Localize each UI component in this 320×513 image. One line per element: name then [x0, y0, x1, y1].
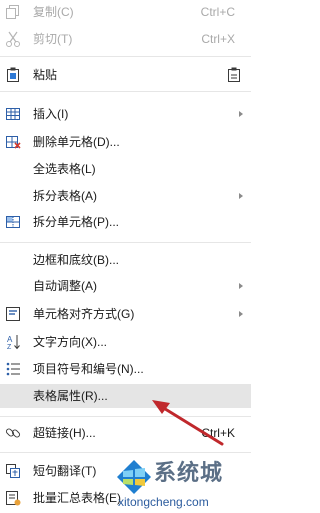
menu-item-cut[interactable]: 剪切(T) Ctrl+X — [0, 27, 251, 51]
menu-separator — [0, 56, 251, 57]
menu-item-copy[interactable]: 复制(C) Ctrl+C — [0, 0, 251, 24]
batch-summary-label: 批量汇总表格(E) — [33, 491, 121, 505]
split-table-label: 拆分表格(A) — [33, 189, 97, 203]
scissors-icon — [4, 30, 22, 48]
menu-item-paste[interactable]: 粘贴 — [0, 63, 251, 87]
menu-item-hyperlink[interactable]: 超链接(H)... Ctrl+K — [0, 421, 251, 445]
cell-alignment-icon — [4, 305, 22, 323]
copy-icon — [4, 3, 22, 21]
split-cells-label: 拆分单元格(P)... — [33, 215, 119, 229]
watermark-brand: 系统城 — [154, 460, 224, 485]
menu-item-delete-cells[interactable]: 删除单元格(D)... — [0, 130, 251, 154]
split-cells-icon — [4, 213, 22, 231]
menu-item-table-properties[interactable]: 表格属性(R)... — [0, 384, 251, 408]
copy-shortcut: Ctrl+C — [200, 5, 235, 19]
submenu-arrow-icon — [239, 283, 243, 289]
menu-item-split-table[interactable]: 拆分表格(A) — [0, 184, 251, 208]
bullets-numbering-icon — [4, 360, 22, 378]
menu-separator — [0, 242, 251, 243]
cell-alignment-label: 单元格对齐方式(G) — [33, 307, 135, 321]
cut-label: 剪切(T) — [33, 32, 73, 46]
menu-item-cell-alignment[interactable]: 单元格对齐方式(G) — [0, 302, 251, 326]
submenu-arrow-icon — [239, 111, 243, 117]
autofit-label: 自动调整(A) — [33, 279, 97, 293]
translate-icon — [4, 462, 22, 480]
watermark: 系统城 xitongcheng.com — [110, 455, 251, 513]
menu-separator — [0, 91, 251, 92]
paste-icon — [4, 66, 22, 84]
copy-label: 复制(C) — [33, 5, 74, 19]
delete-cells-label: 删除单元格(D)... — [33, 135, 120, 149]
link-icon — [4, 424, 22, 442]
menu-item-text-direction[interactable]: AZ 文字方向(X)... — [0, 330, 251, 354]
delete-cells-icon — [4, 133, 22, 151]
select-table-label: 全选表格(L) — [33, 162, 96, 176]
short-translate-label: 短句翻译(T) — [33, 464, 97, 478]
menu-item-bullets-numbering[interactable]: 项目符号和编号(N)... — [0, 357, 251, 381]
hyperlink-shortcut: Ctrl+K — [201, 426, 235, 440]
table-properties-label: 表格属性(R)... — [33, 389, 108, 403]
borders-shading-label: 边框和底纹(B)... — [33, 253, 119, 267]
insert-label: 插入(I) — [33, 107, 69, 121]
svg-text:A: A — [7, 335, 13, 344]
menu-separator — [0, 452, 251, 453]
menu-item-borders-shading[interactable]: 边框和底纹(B)... — [0, 248, 251, 272]
context-menu: 复制(C) Ctrl+C 剪切(T) Ctrl+X 粘贴 插入(I) 删除单元格… — [0, 0, 251, 513]
menu-item-insert[interactable]: 插入(I) — [0, 102, 251, 126]
paste-options-icon[interactable] — [225, 66, 243, 84]
submenu-arrow-icon — [239, 193, 243, 199]
cut-shortcut: Ctrl+X — [201, 32, 235, 46]
menu-item-select-table[interactable]: 全选表格(L) — [0, 157, 251, 181]
batch-summary-icon — [4, 489, 22, 507]
bullets-numbering-label: 项目符号和编号(N)... — [33, 362, 144, 376]
text-direction-icon: AZ — [4, 333, 22, 351]
paste-label: 粘贴 — [33, 68, 58, 82]
submenu-arrow-icon — [239, 311, 243, 317]
insert-table-icon — [4, 105, 22, 123]
menu-separator — [0, 416, 251, 417]
menu-item-autofit[interactable]: 自动调整(A) — [0, 274, 251, 298]
watermark-url: xitongcheng.com — [118, 495, 209, 509]
svg-text:Z: Z — [7, 344, 12, 351]
menu-item-split-cells[interactable]: 拆分单元格(P)... — [0, 210, 251, 234]
hyperlink-label: 超链接(H)... — [33, 426, 96, 440]
windows-logo-icon — [117, 460, 151, 494]
text-direction-label: 文字方向(X)... — [33, 335, 107, 349]
